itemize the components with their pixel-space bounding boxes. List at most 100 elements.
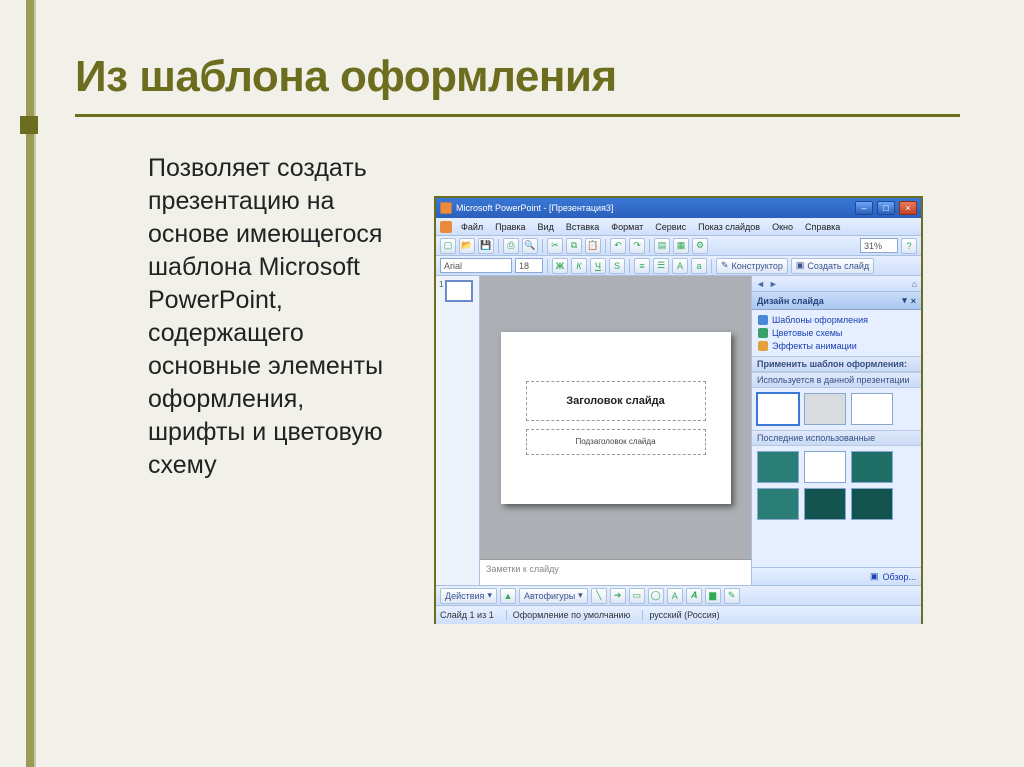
decrease-font-icon[interactable]: a: [691, 258, 707, 274]
work-area: 1 Заголовок слайда Подзаголовок слайда З…: [436, 276, 921, 586]
pointer-icon[interactable]: ▲: [500, 588, 516, 604]
menu-window[interactable]: Окно: [767, 221, 798, 233]
menu-insert[interactable]: Вставка: [561, 221, 604, 233]
bullets-icon[interactable]: ☰: [653, 258, 669, 274]
actions-label: Действия: [445, 591, 484, 601]
subtitle-placeholder[interactable]: Подзаголовок слайда: [526, 429, 706, 455]
linecolor-icon[interactable]: ✎: [724, 588, 740, 604]
slide-thumbnails-pane[interactable]: 1: [436, 276, 480, 585]
preview-icon[interactable]: 🔍: [522, 238, 538, 254]
title-area: Из шаблона оформления: [75, 52, 964, 117]
design-icon: ✎: [721, 260, 729, 271]
hyperlink-icon[interactable]: ⚙: [692, 238, 708, 254]
back-icon[interactable]: ◄: [756, 279, 765, 289]
italic-button[interactable]: К: [571, 258, 587, 274]
effects-icon: [758, 341, 768, 351]
title-underline: [75, 114, 960, 117]
arrow-icon[interactable]: ➔: [610, 588, 626, 604]
menu-tools[interactable]: Сервис: [650, 221, 691, 233]
template-thumb[interactable]: [804, 393, 846, 425]
title-bullet: [20, 116, 38, 134]
taskpane-header: Дизайн слайда ▾ ×: [752, 292, 921, 310]
autoshapes-button[interactable]: Автофигуры▾: [519, 588, 588, 604]
increase-font-icon[interactable]: A: [672, 258, 688, 274]
constructor-button[interactable]: ✎ Конструктор: [716, 258, 788, 274]
menu-file[interactable]: Файл: [456, 221, 488, 233]
print-icon[interactable]: ⎙: [503, 238, 519, 254]
forward-icon[interactable]: ►: [769, 279, 778, 289]
title-placeholder[interactable]: Заголовок слайда: [526, 381, 706, 421]
menu-help[interactable]: Справка: [800, 221, 845, 233]
help-icon[interactable]: ?: [901, 238, 917, 254]
chart-icon[interactable]: ▤: [654, 238, 670, 254]
maximize-button[interactable]: □: [877, 201, 895, 215]
used-thumbs: [752, 388, 921, 430]
zoom-combo[interactable]: 31%: [860, 238, 898, 253]
slide-canvas[interactable]: Заголовок слайда Подзаголовок слайда: [480, 276, 751, 559]
align-left-icon[interactable]: ≡: [634, 258, 650, 274]
dropdown-icon[interactable]: ▾: [902, 295, 907, 306]
save-icon[interactable]: 💾: [478, 238, 494, 254]
template-thumb[interactable]: [757, 393, 799, 425]
underline-button[interactable]: Ч: [590, 258, 606, 274]
bold-button[interactable]: Ж: [552, 258, 568, 274]
redo-icon[interactable]: ↷: [629, 238, 645, 254]
rect-icon[interactable]: ▭: [629, 588, 645, 604]
window-title: Microsoft PowerPoint - [Презентация3]: [456, 203, 613, 213]
shadow-button[interactable]: S: [609, 258, 625, 274]
fontsize-combo[interactable]: 18: [515, 258, 543, 273]
used-in-label: Используется в данной презентации: [752, 372, 921, 388]
new-icon[interactable]: ▢: [440, 238, 456, 254]
home-icon[interactable]: ⌂: [912, 279, 917, 289]
status-slide: Слайд 1 из 1: [440, 610, 494, 620]
presentation-slide: Из шаблона оформления Позволяет создать …: [0, 0, 1024, 767]
close-button[interactable]: ×: [899, 201, 917, 215]
slide-thumbnail[interactable]: [445, 280, 473, 302]
menu-bar: Файл Правка Вид Вставка Формат Сервис По…: [436, 218, 921, 236]
app-icon: [440, 202, 452, 214]
recent-thumbs: [752, 446, 921, 525]
menu-edit[interactable]: Правка: [490, 221, 530, 233]
template-thumb[interactable]: [804, 451, 846, 483]
standard-toolbar: ▢ 📂 💾 ⎙ 🔍 ✂ ⧉ 📋 ↶ ↷ ▤ ▦ ⚙ 31% ?: [436, 236, 921, 256]
fill-icon[interactable]: ▆: [705, 588, 721, 604]
minimize-button[interactable]: –: [855, 201, 873, 215]
cut-icon[interactable]: ✂: [547, 238, 563, 254]
template-thumb[interactable]: [851, 488, 893, 520]
close-pane-icon[interactable]: ×: [911, 296, 916, 306]
browse-link[interactable]: Обзор...: [883, 572, 917, 582]
colors-icon: [758, 328, 768, 338]
textbox-icon[interactable]: A: [667, 588, 683, 604]
link-effects[interactable]: Эффекты анимации: [758, 341, 915, 351]
link-templates[interactable]: Шаблоны оформления: [758, 315, 915, 325]
open-icon[interactable]: 📂: [459, 238, 475, 254]
oval-icon[interactable]: ◯: [648, 588, 664, 604]
taskpane-title: Дизайн слайда: [757, 296, 824, 306]
slide-body-text: Позволяет создать презентацию на основе …: [148, 152, 408, 482]
new-slide-button[interactable]: ▣ Создать слайд: [791, 258, 874, 274]
chevron-down-icon: ▾: [578, 590, 583, 601]
link-colors[interactable]: Цветовые схемы: [758, 328, 915, 338]
table-icon[interactable]: ▦: [673, 238, 689, 254]
template-thumb[interactable]: [851, 393, 893, 425]
font-combo[interactable]: Arial: [440, 258, 512, 273]
template-thumb[interactable]: [757, 451, 799, 483]
menu-slideshow[interactable]: Показ слайдов: [693, 221, 765, 233]
status-lang: русский (Россия): [642, 610, 719, 620]
menu-format[interactable]: Формат: [606, 221, 648, 233]
notes-pane[interactable]: Заметки к слайду: [480, 559, 751, 585]
undo-icon[interactable]: ↶: [610, 238, 626, 254]
copy-icon[interactable]: ⧉: [566, 238, 582, 254]
template-thumb[interactable]: [851, 451, 893, 483]
wordart-icon[interactable]: 𝑨: [686, 588, 702, 604]
chevron-down-icon: ▾: [487, 590, 492, 601]
paste-icon[interactable]: 📋: [585, 238, 601, 254]
link-colors-label: Цветовые схемы: [772, 328, 842, 338]
line-icon[interactable]: ╲: [591, 588, 607, 604]
task-pane: ◄ ► ⌂ Дизайн слайда ▾ × Шаблоны оформлен…: [751, 276, 921, 585]
template-thumb[interactable]: [804, 488, 846, 520]
menu-view[interactable]: Вид: [533, 221, 559, 233]
template-thumb[interactable]: [757, 488, 799, 520]
actions-button[interactable]: Действия▾: [440, 588, 497, 604]
status-bar: Слайд 1 из 1 Оформление по умолчанию рус…: [436, 606, 921, 624]
